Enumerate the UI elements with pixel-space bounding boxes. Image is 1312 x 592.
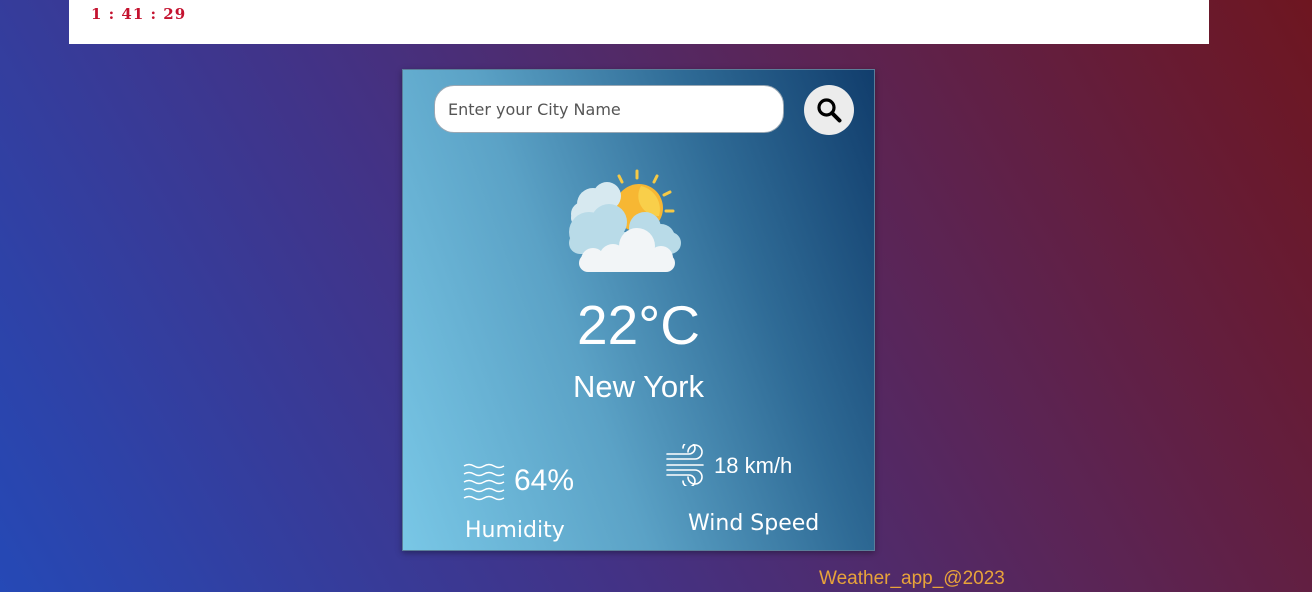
city-search-input[interactable] [434,85,784,133]
weather-card: 22°C New York 64% Humidity 18 km/h Wind … [402,69,875,551]
temperature-value: 22°C [577,294,700,356]
humidity-label: Humidity [465,518,565,543]
humidity-waves-icon [463,463,505,501]
wind-speed-label: Wind Speed [688,511,820,536]
top-header-bar: 1 : 41 : 29 [69,0,1209,44]
search-button[interactable] [804,85,854,135]
wind-speed-value: 18 km/h [714,453,793,478]
partly-cloudy-icon [569,169,681,272]
city-name: New York [573,369,704,404]
humidity-value: 64% [514,464,575,497]
wind-icon [666,444,704,486]
search-icon [817,98,842,123]
footer-credit: Weather_app_@2023 [819,568,1005,589]
clock-display: 1 : 41 : 29 [91,5,187,23]
